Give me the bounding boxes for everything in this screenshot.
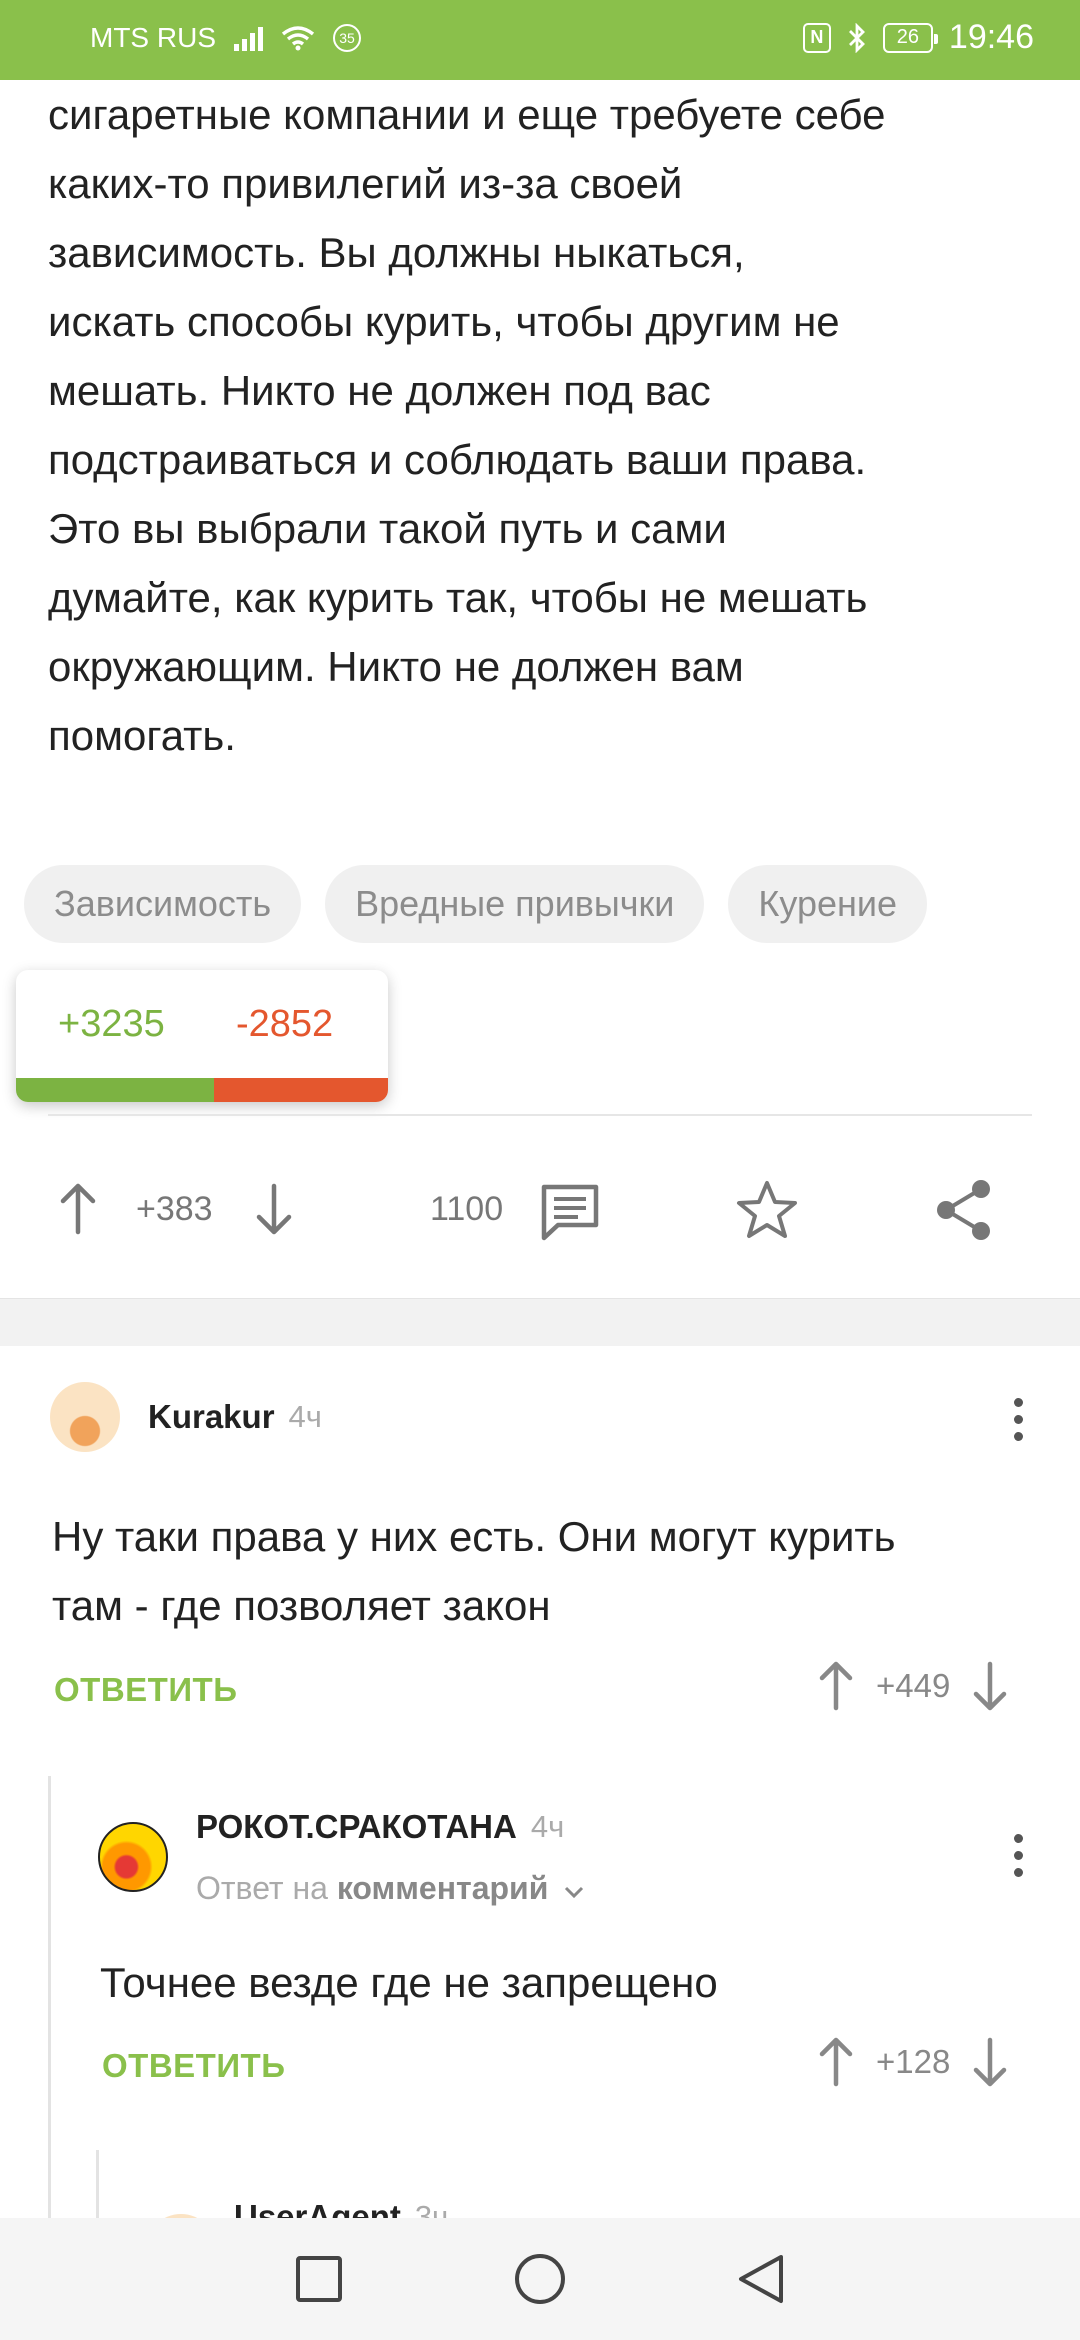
comment-time: 4ч [530,1809,565,1844]
article-line: окружающим. Никто не должен вам [48,643,744,690]
rating-ratio-bar [16,1078,388,1102]
article-body: сигаретные компании и еще требуете себе … [48,80,1048,770]
save-button[interactable] [734,1178,800,1242]
post-downvote-button[interactable] [254,1182,294,1236]
tag-zavisimost[interactable]: Зависимость [24,865,302,943]
back-triangle-icon[interactable] [737,2253,785,2305]
tag-list: Зависимость Вредные привычки Курение [24,865,928,943]
arrow-down-icon[interactable] [970,2036,1010,2088]
article-line: Это вы выбрали такой путь и сами [48,505,727,552]
tag-kurenie[interactable]: Курение [728,865,928,943]
system-nav-bar [0,2218,1080,2340]
comment-header: Kurakur 4ч [50,1382,322,1452]
comment-menu-button[interactable] [1012,1398,1024,1441]
recents-square-icon[interactable] [295,2255,343,2303]
bluetooth-icon [848,22,865,53]
reply-button[interactable]: ОТВЕТИТЬ [102,2047,285,2085]
nfc-icon: N [802,22,831,53]
status-right: N 26 19:46 [802,18,1034,57]
avatar[interactable] [50,1382,120,1452]
signal-icon [234,25,263,51]
reply-to-prefix: Ответ на [196,1870,328,1906]
rating-minus-count: -2852 [236,1002,334,1045]
comment-time: 4ч [288,1399,322,1434]
comment-text: Ну таки права у них есть. Они могут кури… [52,1502,896,1640]
share-icon [937,1180,990,1240]
comment-line: там - где позволяет закон [52,1582,551,1629]
article-line: помогать. [48,712,236,759]
thread-line [96,2150,99,2218]
tag-vrednye-privychki[interactable]: Вредные привычки [325,865,705,943]
comment-line: Точнее везде где не запрещено [100,1959,718,2006]
arrow-up-icon[interactable] [816,2036,856,2088]
comment-votes: +128 [816,2036,1010,2088]
clock: 19:46 [948,18,1034,56]
comment-author[interactable]: РОКОТ.СРАКОТАНА [196,1808,517,1846]
comment-menu-button[interactable] [1012,1834,1024,1877]
comment-text: Точнее везде где не запрещено [100,1948,718,2017]
comment-line: Ну таки права у них есть. Они могут кури… [52,1513,896,1560]
avatar[interactable] [98,1822,168,1892]
status-bar: MTS RUS 35 N 26 19:46 [0,0,1080,80]
comments-button[interactable] [538,1182,602,1242]
home-circle-icon[interactable] [513,2252,567,2306]
wifi-icon [281,26,315,51]
rating-plus-fill [16,1078,214,1102]
chevron-down-icon [565,1886,584,1899]
battery-icon: 26 [882,22,938,53]
comments-count: 1100 [430,1190,504,1228]
article-line: сигаретные компании и еще требуете себе [48,91,886,138]
arrow-down-icon[interactable] [970,1660,1010,1712]
star-icon [737,1181,797,1238]
comment-rating: +128 [876,2043,951,2080]
thread-line [48,1776,51,2218]
article-line: искать способы курить, чтобы другим не [48,298,840,345]
comment-rating: +449 [876,1667,951,1704]
article-line: думайте, как курить так, чтобы не мешать [48,574,868,621]
arrow-down-icon [256,1183,292,1235]
article-line: зависимость. Вы должны ныкаться, [48,229,745,276]
post-action-bar: +383 1100 [0,1160,1080,1260]
arrow-up-icon [60,1183,96,1235]
reply-button[interactable]: ОТВЕТИТЬ [54,1671,237,1709]
article-line: каких-то привилегий из-за своей [48,160,683,207]
article-line: подстраиваться и соблюдать ваши права. [48,436,867,483]
section-separator [0,1298,1080,1346]
comment-icon [541,1184,599,1241]
reply-to-target: комментарий [336,1870,549,1906]
rating-breakdown-popup: +3235 -2852 [16,970,388,1102]
battery-level: 26 [896,26,920,48]
share-button[interactable] [934,1178,994,1242]
post-rating: +383 [136,1190,213,1228]
rating-minus-fill [213,1078,388,1102]
status-left: MTS RUS 35 [90,22,361,54]
arrow-up-icon[interactable] [816,1660,856,1712]
post-upvote-button[interactable] [58,1182,98,1236]
carrier-name: MTS RUS [90,22,216,53]
comment-votes: +449 [816,1660,1010,1712]
network-badge: 35 [333,24,361,52]
reply-to-label[interactable]: Ответ на комментарий [196,1870,585,1907]
article-line: мешать. Никто не должен под вас [48,367,711,414]
divider [48,1114,1032,1116]
rating-plus-count: +3235 [58,1002,165,1045]
comment-author[interactable]: Kurakur [148,1398,275,1436]
